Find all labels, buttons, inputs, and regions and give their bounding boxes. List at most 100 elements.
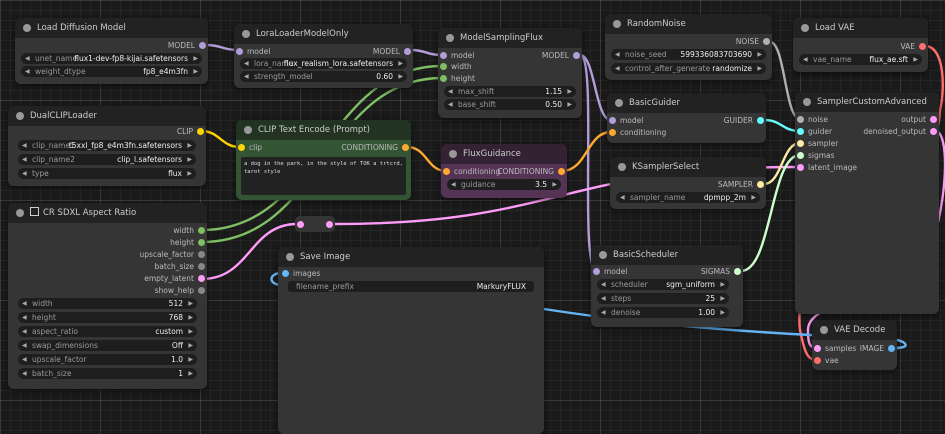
widget-noise-seed[interactable]: ◀ noise_seed 599336083703690 ▶: [611, 49, 766, 60]
decrement-arrow-icon[interactable]: ◀: [448, 86, 453, 97]
input-vae[interactable]: vae: [814, 355, 839, 366]
input-model[interactable]: model: [593, 266, 627, 277]
decrement-arrow-icon[interactable]: ◀: [22, 340, 27, 351]
widget-height[interactable]: ◀ height 768 ▶: [18, 312, 197, 323]
decrement-arrow-icon[interactable]: ◀: [25, 66, 30, 77]
widget-vae-name[interactable]: ◀ vae_name flux_ae.sft ▶: [799, 54, 922, 65]
widget-filename-prefix[interactable]: filename_prefix MarkuryFLUX: [288, 281, 534, 292]
increment-arrow-icon[interactable]: ▶: [188, 340, 193, 351]
input-dot[interactable]: [440, 75, 447, 82]
node-title[interactable]: CLIP Text Encode (Prompt): [236, 120, 411, 140]
increment-arrow-icon[interactable]: ▶: [187, 154, 192, 165]
input-model[interactable]: model: [236, 46, 270, 57]
input-images[interactable]: images: [282, 268, 320, 279]
output-dot[interactable]: [558, 168, 565, 175]
output-sampler[interactable]: SAMPLER: [718, 179, 764, 190]
output-model[interactable]: MODEL: [168, 40, 206, 51]
increment-arrow-icon[interactable]: ▶: [720, 279, 725, 290]
widget-batch-size[interactable]: ◀ batch_size 1 ▶: [18, 368, 197, 379]
input-dot[interactable]: [282, 270, 289, 277]
output-empty-latent[interactable]: empty_latent: [144, 273, 205, 284]
widget-clip-name1[interactable]: ◀ clip_name1 t5xxl_fp8_e4m3fn.safetensor…: [18, 140, 196, 151]
node-title[interactable]: ModelSamplingFlux: [438, 28, 582, 48]
widget-strength-model[interactable]: ◀ strength_model 0.60 ▶: [240, 71, 407, 82]
increment-arrow-icon[interactable]: ▶: [567, 86, 572, 97]
widget-lora-name[interactable]: ◀ lora_name flux_realism_lora.safetensor…: [240, 58, 407, 69]
output-dot[interactable]: [763, 38, 770, 45]
output-width[interactable]: width: [173, 225, 205, 236]
output-image[interactable]: IMAGE: [860, 343, 895, 354]
input-guider[interactable]: guider: [797, 126, 832, 137]
output-guider[interactable]: GUIDER: [724, 115, 764, 126]
widget-weight-dtype[interactable]: ◀ weight_dtype fp8_e4m3fn ▶: [21, 66, 202, 77]
output-dot[interactable]: [402, 144, 409, 151]
output-show-help[interactable]: show_help: [155, 285, 205, 296]
output-dot[interactable]: [198, 287, 205, 294]
output-denoised-output[interactable]: denoised_output: [863, 126, 937, 137]
output-dot[interactable]: [930, 128, 937, 135]
output-upscale-factor[interactable]: upscale_factor: [139, 249, 205, 260]
input-model[interactable]: model: [609, 115, 643, 126]
increment-arrow-icon[interactable]: ▶: [398, 71, 403, 82]
input-dot[interactable]: [238, 144, 245, 151]
increment-arrow-icon[interactable]: ▶: [398, 58, 403, 69]
widget-steps[interactable]: ◀ steps 25 ▶: [597, 293, 729, 304]
decrement-arrow-icon[interactable]: ◀: [601, 279, 606, 290]
widget-base-shift[interactable]: ◀ base_shift 0.50 ▶: [444, 99, 576, 110]
widget-sampler-name[interactable]: ◀ sampler_name dpmpp_2m ▶: [616, 192, 760, 203]
input-dot[interactable]: [797, 128, 804, 135]
node-random-noise[interactable]: RandomNoise NOISE ◀ noise_seed 599336083…: [605, 14, 772, 80]
decrement-arrow-icon[interactable]: ◀: [803, 54, 808, 65]
output-batch-size[interactable]: batch_size: [155, 261, 205, 272]
input-dot[interactable]: [440, 52, 447, 59]
output-dot[interactable]: [197, 128, 204, 135]
input-dot[interactable]: [797, 152, 804, 159]
node-title[interactable]: BasicGuider: [607, 93, 766, 113]
reroute-output-dot[interactable]: [326, 220, 333, 228]
node-title[interactable]: RandomNoise: [605, 14, 772, 34]
output-dot[interactable]: [198, 275, 205, 282]
output-sigmas[interactable]: SIGMAS: [701, 266, 741, 277]
decrement-arrow-icon[interactable]: ◀: [22, 154, 27, 165]
decrement-arrow-icon[interactable]: ◀: [615, 63, 620, 74]
input-dot[interactable]: [440, 63, 447, 70]
decrement-arrow-icon[interactable]: ◀: [22, 298, 27, 309]
output-dot[interactable]: [198, 227, 205, 234]
decrement-arrow-icon[interactable]: ◀: [22, 140, 27, 151]
input-model[interactable]: model: [440, 50, 474, 61]
decrement-arrow-icon[interactable]: ◀: [244, 58, 249, 69]
input-height[interactable]: height: [440, 73, 475, 84]
output-output[interactable]: output: [901, 114, 937, 125]
input-dot[interactable]: [609, 117, 616, 124]
output-conditioning[interactable]: CONDITIONING: [497, 166, 565, 177]
input-dot[interactable]: [609, 129, 616, 136]
output-dot[interactable]: [198, 251, 205, 258]
increment-arrow-icon[interactable]: ▶: [188, 354, 193, 365]
increment-arrow-icon[interactable]: ▶: [188, 368, 193, 379]
node-clip-text-encode[interactable]: CLIP Text Encode (Prompt) clip CONDITION…: [236, 120, 411, 200]
increment-arrow-icon[interactable]: ▶: [720, 307, 725, 318]
output-model[interactable]: MODEL: [373, 46, 411, 57]
decrement-arrow-icon[interactable]: ◀: [25, 53, 30, 64]
increment-arrow-icon[interactable]: ▶: [187, 140, 192, 151]
widget-clip-name2[interactable]: ◀ clip_name2 clip_l.safetensors ▶: [18, 154, 196, 165]
decrement-arrow-icon[interactable]: ◀: [22, 168, 27, 179]
decrement-arrow-icon[interactable]: ◀: [22, 354, 27, 365]
node-lora-loader[interactable]: LoraLoaderModelOnly model MODEL ◀ lora_n…: [234, 24, 413, 88]
output-dot[interactable]: [198, 263, 205, 270]
node-flux-guidance[interactable]: FluxGuidance conditioning CONDITIONING ◀…: [441, 144, 567, 198]
node-title[interactable]: DualCLIPLoader: [8, 106, 206, 126]
increment-arrow-icon[interactable]: ▶: [188, 326, 193, 337]
node-title[interactable]: SamplerCustomAdvanced: [795, 92, 939, 112]
increment-arrow-icon[interactable]: ▶: [757, 63, 762, 74]
input-dot[interactable]: [593, 268, 600, 275]
input-width[interactable]: width: [440, 61, 472, 72]
decrement-arrow-icon[interactable]: ◀: [620, 192, 625, 203]
input-conditioning[interactable]: conditioning: [609, 127, 666, 138]
node-save-image[interactable]: Save Image images filename_prefix Markur…: [278, 247, 544, 434]
widget-swap-dimensions[interactable]: ◀ swap_dimensions Off ▶: [18, 340, 197, 351]
increment-arrow-icon[interactable]: ▶: [751, 192, 756, 203]
output-clip[interactable]: CLIP: [177, 126, 204, 137]
increment-arrow-icon[interactable]: ▶: [193, 66, 198, 77]
output-dot[interactable]: [757, 117, 764, 124]
